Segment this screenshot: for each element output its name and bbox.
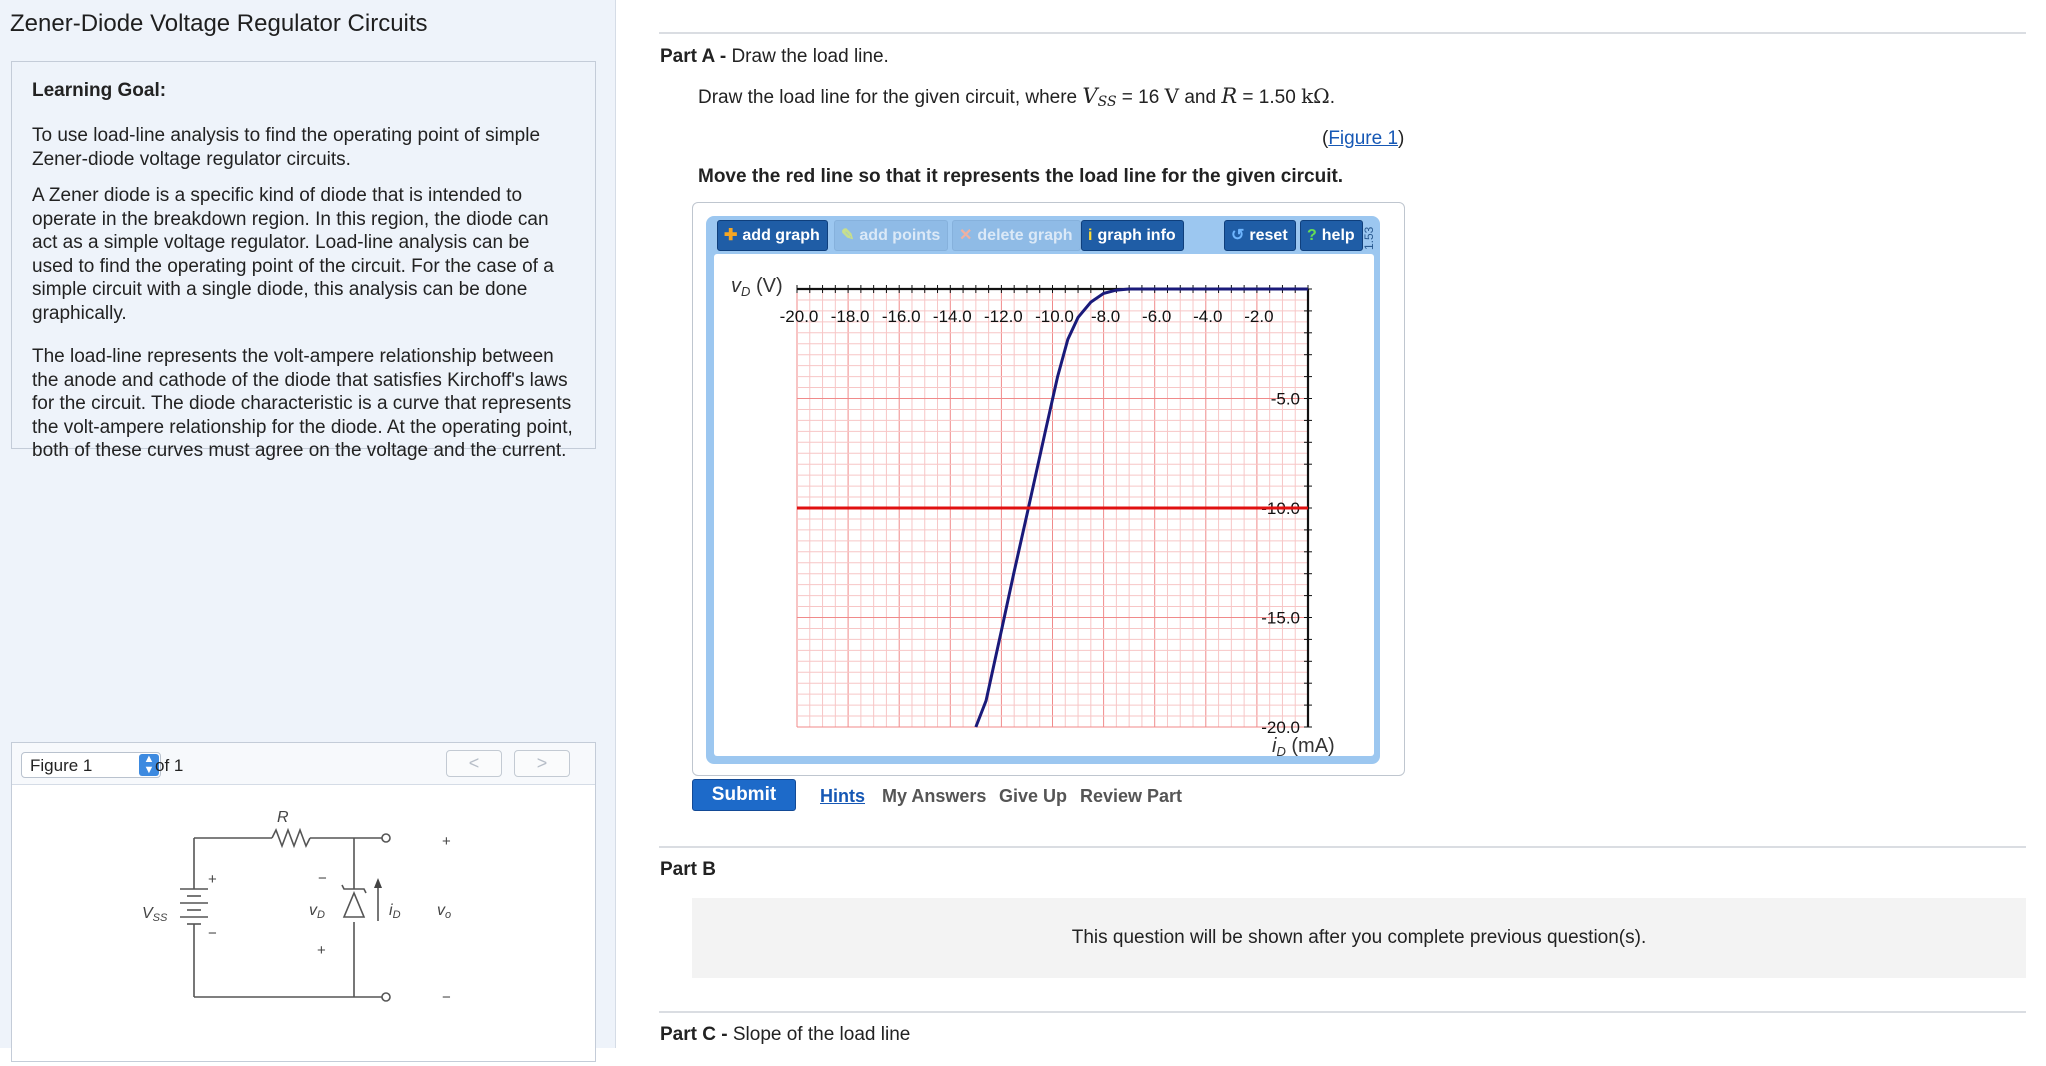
give-up-link[interactable]: Give Up [999,786,1067,807]
help-button[interactable]: ? help [1300,220,1363,251]
hints-link[interactable]: Hints [820,786,865,807]
next-figure-button[interactable]: > [514,750,570,777]
label-vss: VSS [142,905,168,924]
goal-paragraph: To use load-line analysis to find the op… [32,125,541,170]
figure-select-value: Figure 1 [30,756,93,775]
graph-info-button[interactable]: i graph info [1081,220,1184,251]
reset-icon: ↺ [1231,227,1245,244]
divider [659,846,2026,848]
part-a-question: Draw the load line for the given circuit… [698,84,1336,110]
version-label: 1.53 [1362,226,1376,250]
plus-icon: ✚ [724,227,738,244]
svg-text:+: + [317,942,326,959]
prev-figure-button[interactable]: < [446,750,502,777]
figure-toolbar: Figure 1 ▲ ▼ of 1 < > [12,743,595,785]
label-vo: vo [437,902,451,921]
learning-goal-heading: Learning Goal: [32,80,167,101]
circuit-diagram: R VSS vD iD vo + − − + + − [142,809,451,1006]
part-a-label: Part A - Draw the load line. [660,46,889,67]
review-part-link[interactable]: Review Part [1080,786,1182,807]
svg-text:+: + [442,833,451,850]
graph-area [714,254,1374,756]
part-b-locked-message: This question will be shown after you co… [692,898,2026,978]
left-panel: Zener-Diode Voltage Regulator Circuits L… [0,0,616,1062]
info-icon: i [1088,227,1093,244]
divider [659,1011,2026,1013]
svg-text:+: + [208,871,217,888]
delete-graph-button[interactable]: ✕ delete graph [952,220,1081,251]
figure-1-link[interactable]: Figure 1 [1328,128,1398,149]
figure-link-wrap: (Figure 1) [1322,128,1405,149]
part-b-label: Part B [660,859,716,880]
add-points-button[interactable]: ✎ add points [834,220,949,251]
figure-count: of 1 [155,756,184,775]
submit-button[interactable]: Submit [692,779,796,811]
label-R: R [277,809,289,826]
learning-goal-box: Learning Goal: To use load-line analysis… [11,61,596,461]
x-icon: ✕ [959,227,973,244]
svg-text:−: − [318,870,327,887]
svg-text:−: − [208,925,217,942]
label-iD: iD [389,902,401,921]
goal-paragraph: A Zener diode is a specific kind of diod… [32,185,554,324]
figure-panel: Figure 1 ▲ ▼ of 1 < > R VSS vD iD vo + −… [11,742,596,1062]
part-c-label: Part C - Slope of the load line [660,1024,911,1045]
pencil-icon: ✎ [841,227,855,244]
part-a-instruction: Move the red line so that it represents … [698,166,1344,187]
help-icon: ? [1307,227,1317,244]
page-title: Zener-Diode Voltage Regulator Circuits [10,10,428,37]
label-vD: vD [309,902,325,921]
figure-select[interactable]: Figure 1 ▲ ▼ [21,752,161,778]
add-graph-button[interactable]: ✚ add graph [717,220,828,251]
divider [659,32,2026,34]
svg-text:−: − [442,989,451,1006]
my-answers-link[interactable]: My Answers [882,786,986,807]
reset-button[interactable]: ↺ reset [1224,220,1296,251]
goal-paragraph: The load-line represents the volt-ampere… [32,346,573,461]
